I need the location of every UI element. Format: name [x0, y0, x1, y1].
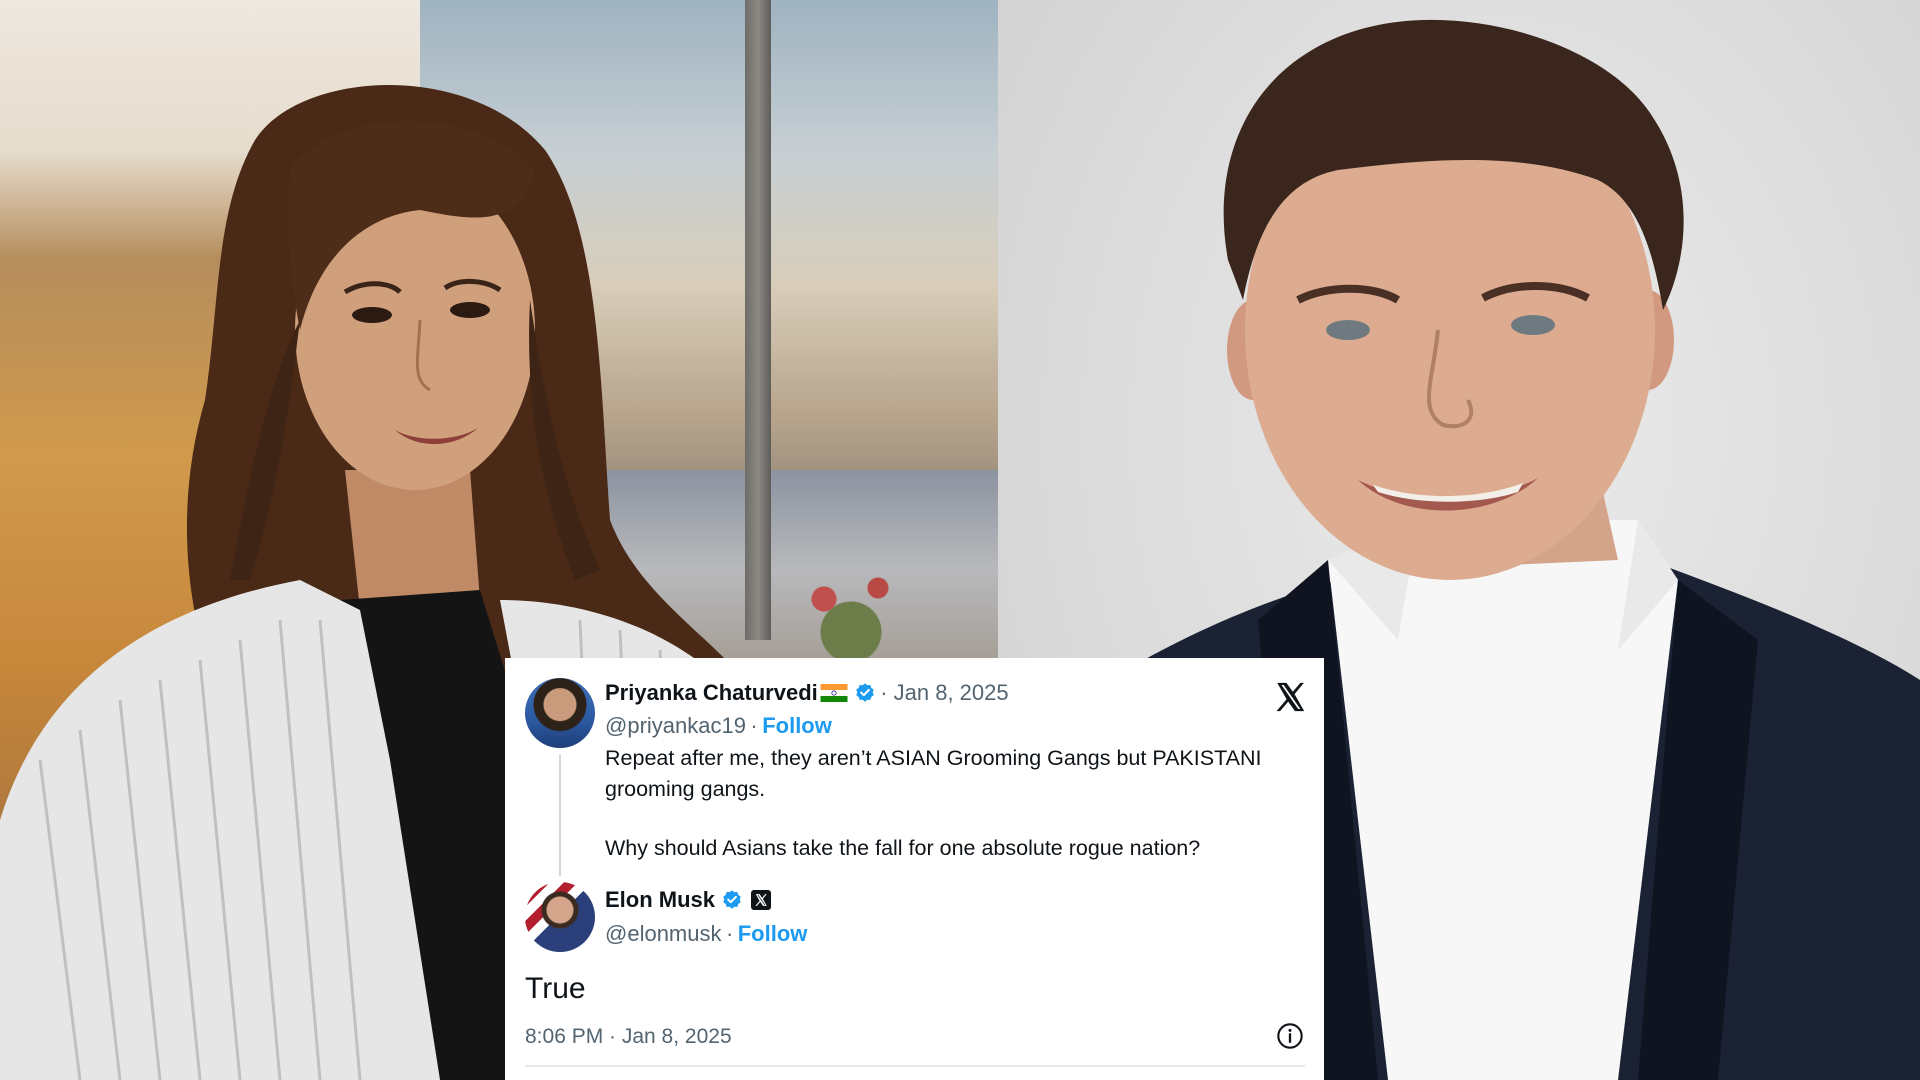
follow-button[interactable]: Follow: [762, 713, 832, 738]
tweet-subheader: @priyankac19 · Follow: [605, 713, 832, 739]
reply-subheader: @elonmusk · Follow: [605, 921, 807, 947]
separator-dot: ·: [725, 921, 734, 946]
reply-author-handle[interactable]: @elonmusk: [605, 921, 722, 946]
avatar-priyanka[interactable]: [525, 678, 595, 748]
india-flag-icon: [820, 684, 848, 702]
reply-text: True: [525, 972, 586, 1005]
tweet-text-line-3: Why should Asians take the fall for one …: [605, 836, 1201, 860]
author-handle[interactable]: @priyankac19: [605, 713, 746, 738]
tweet-header: Priyanka Chaturvedi · Jan 8, 2025: [605, 680, 1009, 706]
reply-author-name[interactable]: Elon Musk: [605, 887, 715, 912]
thread-connector-line: [559, 754, 561, 876]
verified-badge-icon: [856, 683, 874, 702]
separator-dot: ·: [750, 713, 758, 738]
card-divider: [525, 1065, 1305, 1067]
tweet-date[interactable]: · Jan 8, 2025: [880, 680, 1008, 705]
tweet-text-line-2: grooming gangs.: [605, 777, 766, 801]
x-affiliation-icon: [751, 890, 772, 910]
info-icon[interactable]: [1276, 1022, 1304, 1050]
reply-header: Elon Musk: [605, 887, 772, 913]
author-name[interactable]: Priyanka Chaturvedi: [605, 680, 818, 705]
verified-badge-icon: [723, 890, 741, 909]
reply-follow-button[interactable]: Follow: [738, 921, 808, 946]
avatar-elon[interactable]: [525, 882, 595, 952]
reply-timestamp[interactable]: 8:06 PM · Jan 8, 2025: [525, 1025, 732, 1049]
tweet-embed-card[interactable]: Priyanka Chaturvedi · Jan 8, 2025 @priya…: [505, 658, 1324, 1080]
x-logo-icon[interactable]: [1273, 680, 1307, 714]
tweet-text-line-1: Repeat after me, they aren’t ASIAN Groom…: [605, 746, 1262, 770]
